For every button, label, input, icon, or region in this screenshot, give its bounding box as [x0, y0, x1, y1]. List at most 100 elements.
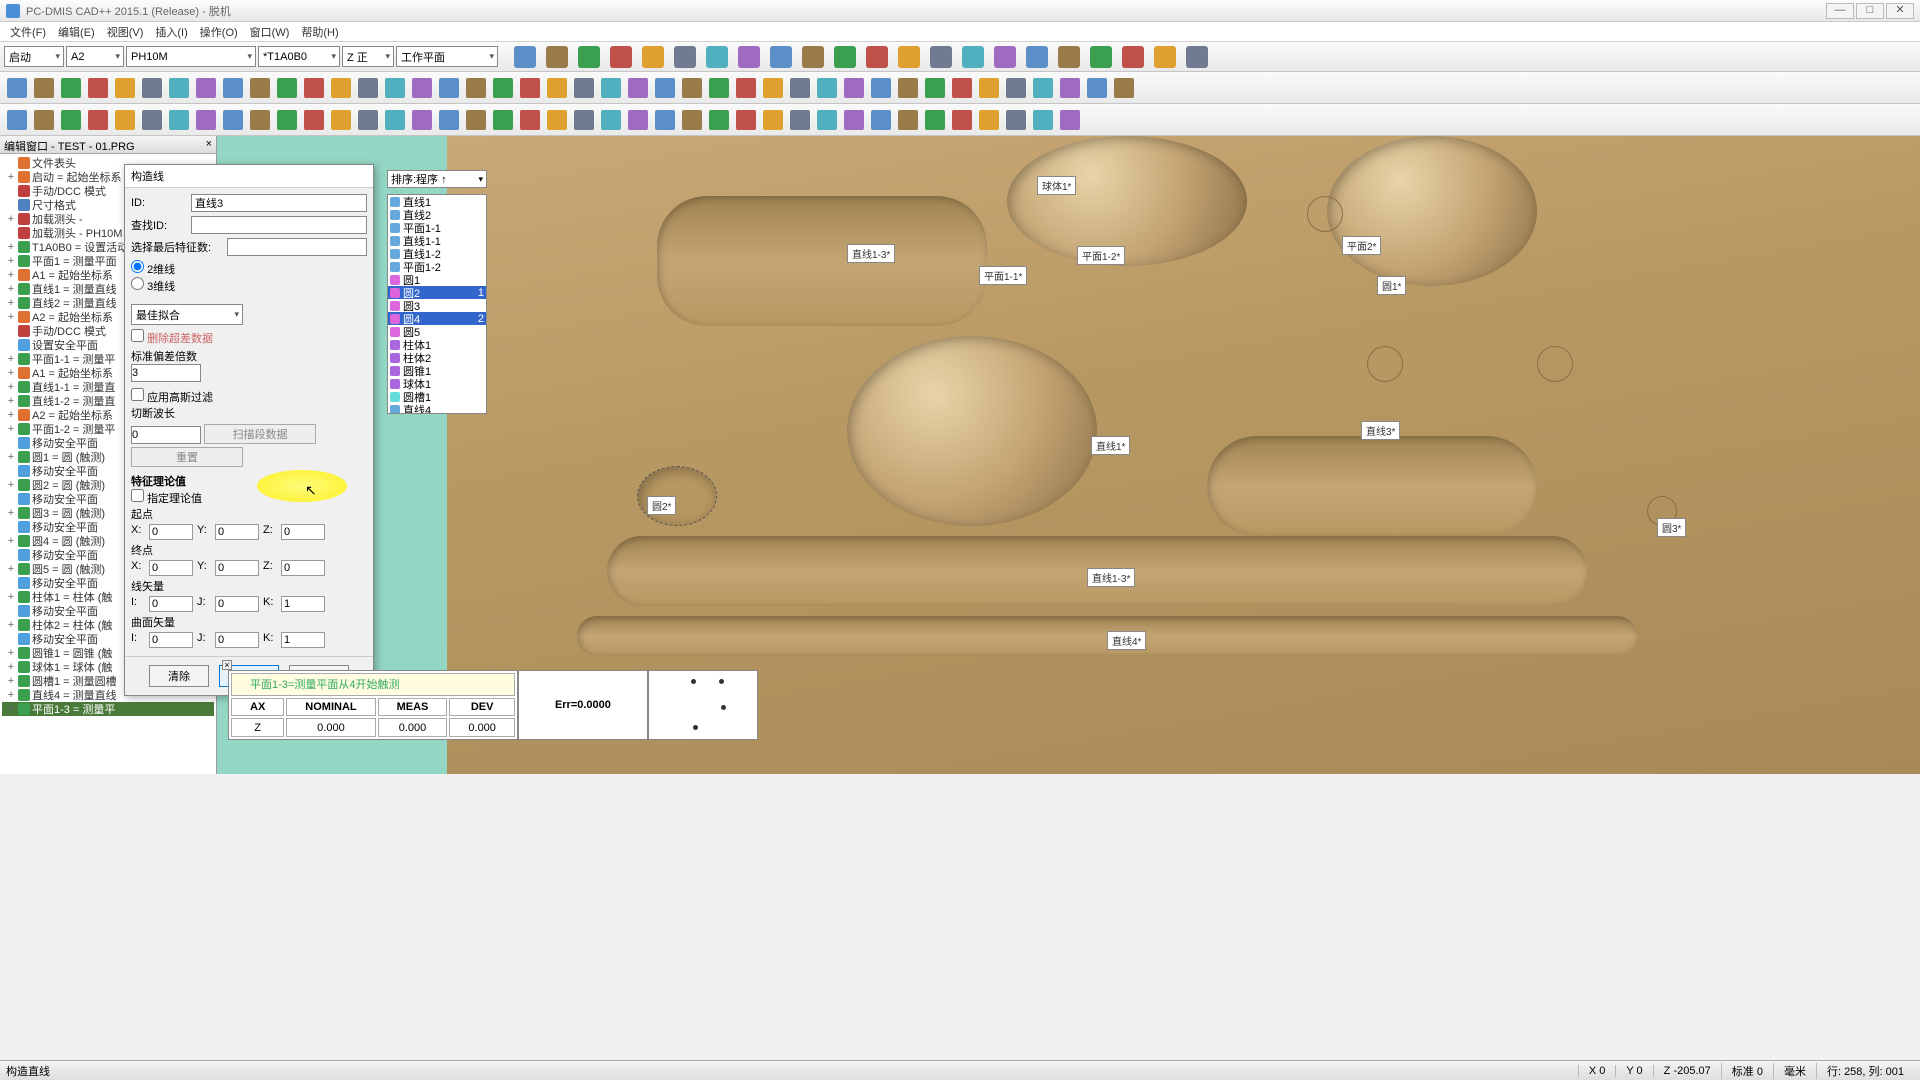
close-button[interactable]: ✕ [1886, 3, 1914, 19]
toolbar-icon[interactable] [301, 107, 327, 133]
surf-i[interactable] [149, 632, 193, 648]
start-y[interactable] [215, 524, 259, 540]
end-y[interactable] [215, 560, 259, 576]
toolbar-icon[interactable] [328, 75, 354, 101]
toolbar-icon[interactable] [301, 75, 327, 101]
toolbar-icon[interactable] [355, 75, 381, 101]
toolbar-icon[interactable] [798, 43, 828, 71]
toolbar-icon[interactable] [571, 107, 597, 133]
toolbar-icon[interactable] [734, 43, 764, 71]
toolbar-icon[interactable] [949, 107, 975, 133]
toolbar-icon[interactable] [733, 107, 759, 133]
feature-list[interactable]: 直线1直线2平面1-1直线1-1直线1-2平面1-2圆1圆21圆3圆42圆5柱体… [387, 194, 487, 414]
menu-item[interactable]: 插入(I) [149, 22, 193, 42]
toolbar-icon[interactable] [1003, 107, 1029, 133]
gauss-filter-check[interactable]: 应用高斯过滤 [131, 388, 367, 405]
toolbar-icon[interactable] [517, 107, 543, 133]
toolbar-icon[interactable] [58, 107, 84, 133]
surf-j[interactable] [215, 632, 259, 648]
maximize-button[interactable]: □ [1856, 3, 1884, 19]
toolbar-icon[interactable] [976, 107, 1002, 133]
toolbar-icon[interactable] [328, 107, 354, 133]
toolbar-icon[interactable] [490, 107, 516, 133]
clear-button[interactable]: 清除 [149, 665, 209, 687]
radio-3d[interactable]: 3维线 [131, 281, 175, 293]
toolbar-icon[interactable] [436, 107, 462, 133]
sort-dropdown[interactable]: 排序:程序 ↑ [387, 170, 487, 188]
toolbar-icon[interactable] [463, 75, 489, 101]
toolbar-icon[interactable] [510, 43, 540, 71]
toolbar-icon[interactable] [926, 43, 956, 71]
toolbar-icon[interactable] [382, 107, 408, 133]
toolbar-icon[interactable] [652, 107, 678, 133]
toolbar-icon[interactable] [760, 107, 786, 133]
toolbar-icon[interactable] [247, 75, 273, 101]
tree-item[interactable]: +平面1-3 = 测量平 [2, 702, 214, 716]
vec-i[interactable] [149, 596, 193, 612]
toolbar-icon[interactable] [733, 75, 759, 101]
toolbar-icon[interactable] [760, 75, 786, 101]
toolbar-icon[interactable] [436, 75, 462, 101]
toolbar-icon[interactable] [1118, 43, 1148, 71]
reset-button[interactable]: 重置 [131, 447, 243, 467]
toolbar-icon[interactable] [220, 75, 246, 101]
start-z[interactable] [281, 524, 325, 540]
toolbar-icon[interactable] [1057, 107, 1083, 133]
toolbar-icon[interactable] [1003, 75, 1029, 101]
toolbar-icon[interactable] [868, 75, 894, 101]
delete-outlier-check[interactable]: 删除超差数据 [131, 329, 367, 346]
toolbar-icon[interactable] [31, 107, 57, 133]
toolbar-icon[interactable] [841, 75, 867, 101]
toolbar-icon[interactable] [1030, 75, 1056, 101]
toolbar-icon[interactable] [31, 75, 57, 101]
toolbar-icon[interactable] [1086, 43, 1116, 71]
menu-item[interactable]: 文件(F) [4, 22, 52, 42]
toolbar-icon[interactable] [1182, 43, 1212, 71]
toolbar-icon[interactable] [4, 107, 30, 133]
toolbar-icon[interactable] [922, 75, 948, 101]
toolbar-icon[interactable] [1111, 75, 1137, 101]
toolbar-icon[interactable] [112, 107, 138, 133]
toolbar-icon[interactable] [652, 75, 678, 101]
combo-mode[interactable]: 启动 [4, 46, 64, 67]
toolbar-icon[interactable] [862, 43, 892, 71]
surf-k[interactable] [281, 632, 325, 648]
toolbar-icon[interactable] [463, 107, 489, 133]
toolbar-icon[interactable] [706, 75, 732, 101]
toolbar-icon[interactable] [4, 75, 30, 101]
toolbar-icon[interactable] [85, 107, 111, 133]
vec-k[interactable] [281, 596, 325, 612]
toolbar-icon[interactable] [1022, 43, 1052, 71]
toolbar-icon[interactable] [638, 43, 668, 71]
start-x[interactable] [149, 524, 193, 540]
toolbar-icon[interactable] [544, 75, 570, 101]
toolbar-icon[interactable] [894, 43, 924, 71]
toolbar-icon[interactable] [409, 75, 435, 101]
minimize-button[interactable]: — [1826, 3, 1854, 19]
toolbar-icon[interactable] [958, 43, 988, 71]
combo-tip[interactable]: *T1A0B0 [258, 46, 340, 67]
toolbar-icon[interactable] [166, 75, 192, 101]
menu-item[interactable]: 窗口(W) [244, 22, 296, 42]
radio-2d[interactable]: 2维线 [131, 264, 175, 276]
panel-close-icon[interactable]: × [222, 660, 232, 670]
toolbar-icon[interactable] [625, 107, 651, 133]
toolbar-icon[interactable] [830, 43, 860, 71]
toolbar-icon[interactable] [679, 107, 705, 133]
toolbar-icon[interactable] [625, 75, 651, 101]
toolbar-icon[interactable] [193, 75, 219, 101]
toolbar-icon[interactable] [355, 107, 381, 133]
toolbar-icon[interactable] [274, 107, 300, 133]
combo-alignment[interactable]: A2 [66, 46, 124, 67]
toolbar-icon[interactable] [895, 75, 921, 101]
toolbar-icon[interactable] [571, 75, 597, 101]
std-dev-input[interactable] [131, 364, 201, 382]
end-x[interactable] [149, 560, 193, 576]
toolbar-icon[interactable] [85, 75, 111, 101]
menu-item[interactable]: 视图(V) [101, 22, 150, 42]
toolbar-icon[interactable] [220, 107, 246, 133]
toolbar-icon[interactable] [112, 75, 138, 101]
menu-item[interactable]: 编辑(E) [52, 22, 101, 42]
toolbar-icon[interactable] [490, 75, 516, 101]
toolbar-icon[interactable] [841, 107, 867, 133]
